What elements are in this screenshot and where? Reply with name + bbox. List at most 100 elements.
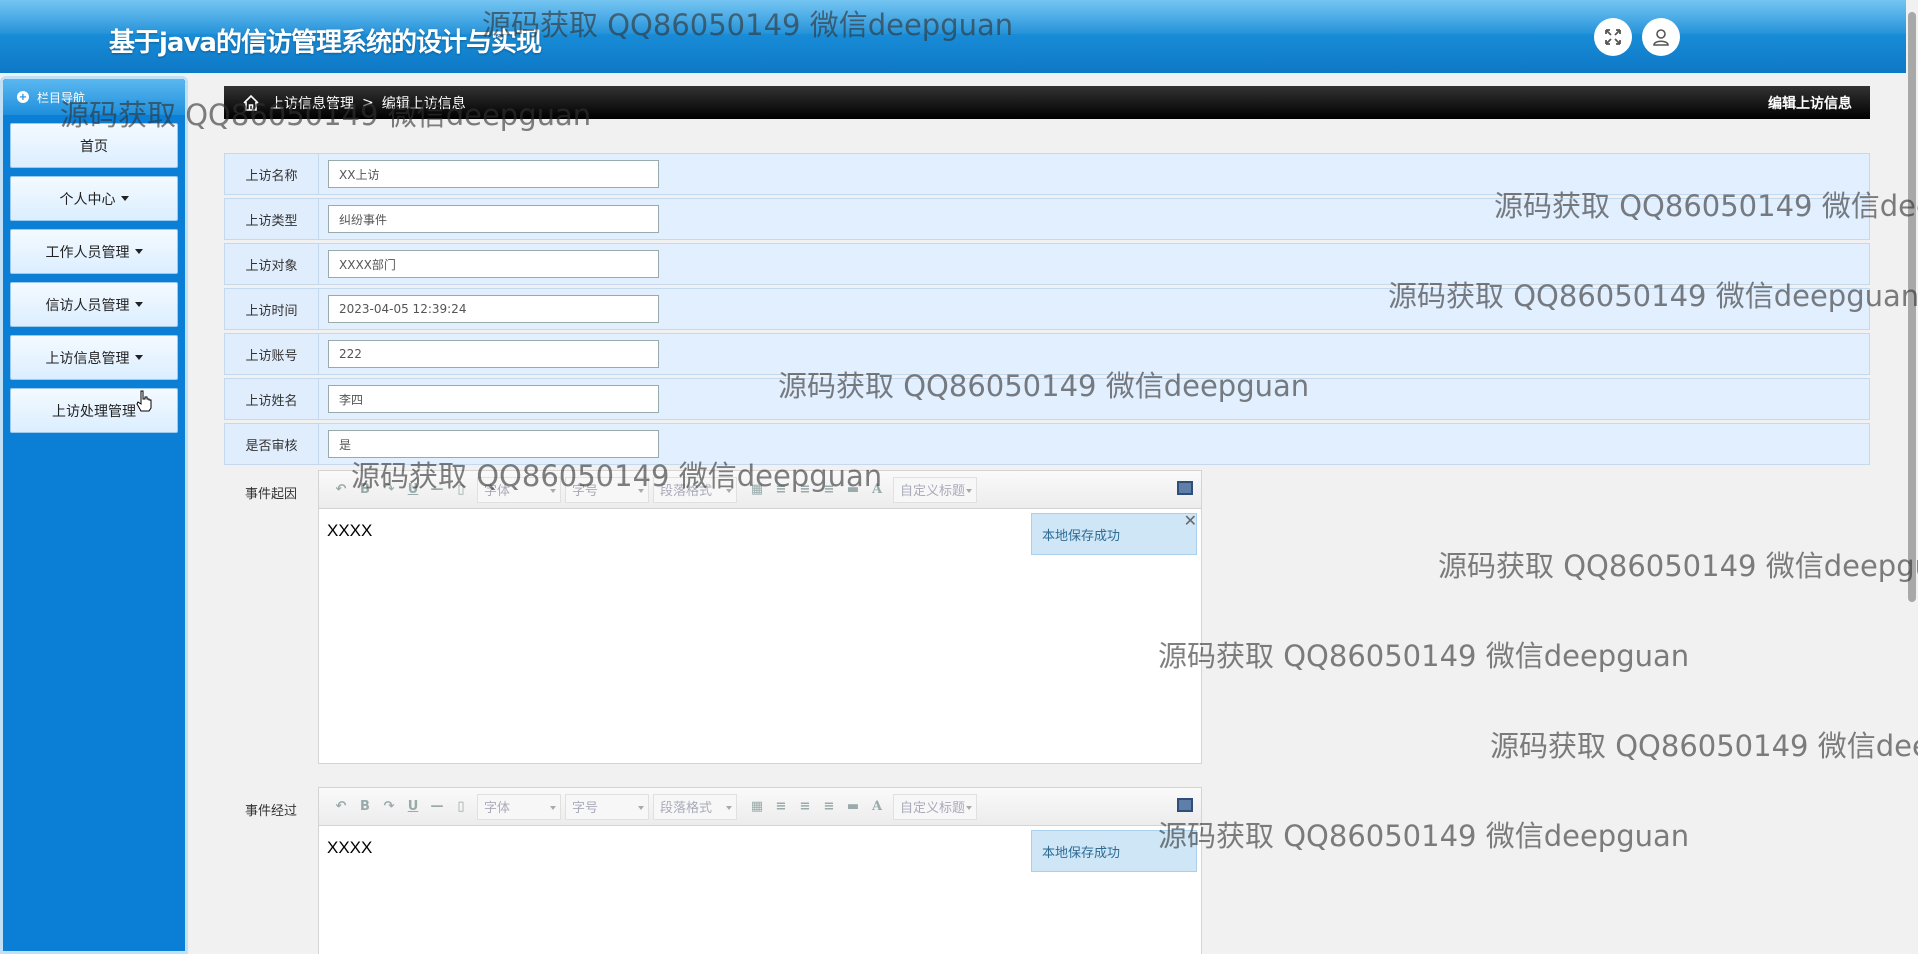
- form-label: 是否审核: [225, 424, 319, 464]
- redo-icon[interactable]: ↷: [377, 799, 401, 814]
- font-family-select[interactable]: 字体: [477, 793, 561, 820]
- close-icon[interactable]: ✕: [1184, 511, 1197, 531]
- form-row-petition-name: 上访名称: [224, 153, 1870, 195]
- breadcrumb-separator: >: [362, 94, 374, 111]
- petition-target-field[interactable]: [328, 250, 659, 278]
- form-row-petition-type: 上访类型: [224, 198, 1870, 240]
- sidebar-item-petitioner-management[interactable]: 信访人员管理: [10, 282, 178, 327]
- sidebar-item-label: 信访人员管理: [45, 297, 130, 314]
- form-row-petition-target: 上访对象: [224, 243, 1870, 285]
- font-color-button[interactable]: A: [865, 482, 889, 497]
- bold-button[interactable]: B: [353, 799, 377, 814]
- top-header: 基于java的信访管理系统的设计与实现: [0, 0, 1906, 76]
- caret-down-icon: [134, 249, 143, 254]
- watermark: 源码获取 QQ86050149 微信deepguan: [1490, 729, 1918, 763]
- table-icon[interactable]: ▦: [745, 482, 769, 497]
- caret-down-icon: [134, 355, 143, 360]
- justify-icon[interactable]: ▬: [841, 482, 865, 497]
- font-size-select[interactable]: 字号: [565, 793, 649, 820]
- sidebar-item-petition-handling-management[interactable]: 上访处理管理: [10, 388, 178, 433]
- align-center-icon[interactable]: ≡: [793, 799, 817, 814]
- sidebar-item-petition-info-management[interactable]: 上访信息管理: [10, 335, 178, 380]
- home-icon[interactable]: [242, 94, 260, 112]
- redo-icon[interactable]: ↷: [377, 482, 401, 497]
- undo-icon[interactable]: ↶: [329, 482, 353, 497]
- form-row-petitioner-name: 上访姓名: [224, 378, 1870, 420]
- sidebar-item-label: 上访处理管理: [52, 403, 136, 420]
- custom-title-select[interactable]: 自定义标题: [893, 476, 977, 503]
- custom-title-select[interactable]: 自定义标题: [893, 793, 977, 820]
- align-left-icon[interactable]: ≡: [769, 482, 793, 497]
- align-right-icon[interactable]: ≡: [817, 482, 841, 497]
- editor-content-area[interactable]: XXXX 本地保存成功 ✕: [319, 509, 1201, 555]
- sidebar-item-home[interactable]: 首页: [10, 123, 178, 168]
- editor-content-area[interactable]: XXXX 本地保存成功: [319, 826, 1201, 872]
- sidebar-item-label: 上访信息管理: [45, 350, 130, 367]
- page-title: 编辑上访信息: [1768, 95, 1852, 112]
- form-row-petition-account: 上访账号: [224, 333, 1870, 375]
- horizontal-rule-icon[interactable]: —: [425, 799, 449, 814]
- expand-icon: [1605, 29, 1621, 45]
- form-row-review-status: 是否审核: [224, 423, 1870, 465]
- petition-name-field[interactable]: [328, 160, 659, 188]
- hand-cursor-icon: [136, 390, 152, 412]
- form-label: 上访姓名: [225, 379, 319, 419]
- form-label: 上访对象: [225, 244, 319, 284]
- scroll-thumb[interactable]: [1908, 12, 1916, 602]
- font-size-select[interactable]: 字号: [565, 476, 649, 503]
- autosave-toast: 本地保存成功: [1031, 513, 1197, 555]
- caret-down-icon: [134, 302, 143, 307]
- align-left-icon[interactable]: ≡: [769, 799, 793, 814]
- horizontal-rule-icon[interactable]: —: [425, 482, 449, 497]
- autosave-toast: 本地保存成功: [1031, 830, 1197, 872]
- user-icon: [1653, 29, 1669, 46]
- editor-toolbar: ↶ B ↷ U — ▯ 字体 字号 段落格式 ▦ ≡ ≡ ≡ ▬ A 自定义标题: [319, 788, 1201, 826]
- page-scrollbar[interactable]: [1906, 0, 1918, 954]
- align-center-icon[interactable]: ≡: [793, 482, 817, 497]
- review-status-field[interactable]: [328, 430, 659, 458]
- petition-time-field[interactable]: [328, 295, 659, 323]
- breadcrumb-parent[interactable]: 上访信息管理: [270, 93, 354, 113]
- watermark: 源码获取 QQ86050149 微信deepguan: [1158, 639, 1690, 673]
- underline-button[interactable]: U: [401, 482, 425, 497]
- nav-dot-icon: +: [17, 91, 29, 103]
- bold-button[interactable]: B: [353, 482, 377, 497]
- rich-editor-process: ↶ B ↷ U — ▯ 字体 字号 段落格式 ▦ ≡ ≡ ≡ ▬ A 自定义标题…: [318, 787, 1202, 954]
- petition-type-field[interactable]: [328, 205, 659, 233]
- editor-toolbar: ↶ B ↷ U — ▯ 字体 字号 段落格式 ▦ ≡ ≡ ≡ ▬ A 自定义标题: [319, 471, 1201, 509]
- font-color-button[interactable]: A: [865, 799, 889, 814]
- watermark: 源码获取 QQ86050149 微信deepguan: [1158, 819, 1690, 853]
- fullscreen-editor-icon[interactable]: [1177, 481, 1193, 495]
- document-icon[interactable]: ▯: [449, 799, 473, 814]
- breadcrumb-current: 编辑上访信息: [381, 95, 466, 112]
- align-right-icon[interactable]: ≡: [817, 799, 841, 814]
- sidebar-header: + 栏目导航: [3, 79, 185, 115]
- petition-account-field[interactable]: [328, 340, 659, 368]
- undo-icon[interactable]: ↶: [329, 799, 353, 814]
- watermark: 源码获取 QQ86050149 微信deepguan: [1438, 549, 1918, 583]
- sidebar-item-personal-center[interactable]: 个人中心: [10, 176, 178, 221]
- table-icon[interactable]: ▦: [745, 799, 769, 814]
- fullscreen-editor-icon[interactable]: [1177, 798, 1193, 812]
- editor-label-cause: 事件起因: [244, 487, 297, 502]
- caret-down-icon: [120, 196, 129, 201]
- form-label: 上访类型: [225, 199, 319, 239]
- font-family-select[interactable]: 字体: [477, 476, 561, 503]
- sidebar-item-label: 首页: [80, 138, 108, 155]
- form-row-petition-time: 上访时间: [224, 288, 1870, 330]
- paragraph-format-select[interactable]: 段落格式: [653, 476, 737, 503]
- justify-icon[interactable]: ▬: [841, 799, 865, 814]
- form-label: 上访时间: [225, 289, 319, 329]
- form-label: 上访名称: [225, 154, 319, 194]
- breadcrumb: 上访信息管理 > 编辑上访信息 编辑上访信息: [224, 86, 1870, 119]
- sidebar-item-label: 个人中心: [59, 191, 116, 208]
- editor-label-process: 事件经过: [244, 804, 297, 819]
- app-title: 基于java的信访管理系统的设计与实现: [109, 28, 542, 58]
- fullscreen-button[interactable]: [1594, 18, 1632, 56]
- underline-button[interactable]: U: [401, 799, 425, 814]
- user-button[interactable]: [1642, 18, 1680, 56]
- petitioner-name-field[interactable]: [328, 385, 659, 413]
- document-icon[interactable]: ▯: [449, 482, 473, 497]
- paragraph-format-select[interactable]: 段落格式: [653, 793, 737, 820]
- sidebar-item-staff-management[interactable]: 工作人员管理: [10, 229, 178, 274]
